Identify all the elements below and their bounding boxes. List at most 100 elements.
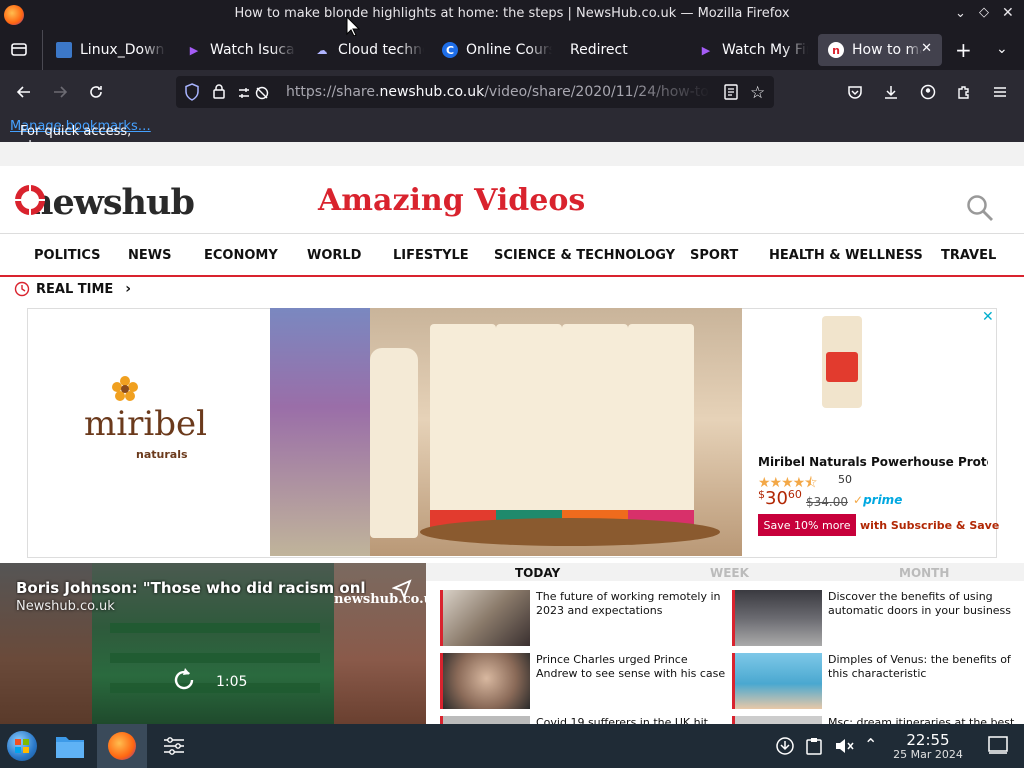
- list-item[interactable]: Discover the benefits of using automatic…: [732, 590, 1022, 646]
- reload-button[interactable]: [84, 80, 108, 104]
- downloads-icon[interactable]: [879, 80, 903, 104]
- share-icon[interactable]: [391, 579, 412, 603]
- start-menu-icon[interactable]: [4, 728, 40, 764]
- tab-watch-my-first[interactable]: ▶ Watch My Fir: [688, 34, 808, 66]
- play-icon: ▶: [189, 43, 199, 57]
- subscribe-save-text: with Subscribe & Save: [860, 519, 1000, 532]
- image-icon: [56, 42, 72, 58]
- close-tab-icon[interactable]: ✕: [921, 41, 932, 56]
- minimize-icon[interactable]: ⌄: [955, 6, 966, 21]
- ad-product-title[interactable]: Miribel Naturals Powerhouse Prote...: [758, 455, 988, 469]
- window-title: How to make blonde highlights at home: t…: [234, 6, 790, 21]
- real-time-link[interactable]: REAL TIME ›: [14, 281, 131, 297]
- list-item[interactable]: Msc: dream itineraries at the best: [732, 716, 1022, 724]
- clock-icon: [14, 281, 30, 297]
- extensions-icon[interactable]: [952, 80, 976, 104]
- cloud-icon: ☁: [316, 43, 328, 57]
- ad-close-icon[interactable]: ✕: [982, 309, 994, 325]
- window-titlebar: How to make blonde highlights at home: t…: [0, 0, 1024, 30]
- newshub-logo[interactable]: newshub: [14, 182, 195, 223]
- nav-travel[interactable]: TRAVEL: [941, 248, 996, 263]
- tab-bar: Linux_Downl ▶ Watch Isuca ☁ Cloud techno…: [0, 30, 1024, 70]
- nav-lifestyle[interactable]: LIFESTYLE: [393, 248, 469, 263]
- save-more-button[interactable]: Save 10% more: [758, 514, 856, 536]
- close-window-icon[interactable]: ✕: [1002, 5, 1014, 21]
- firefox-taskbar-icon[interactable]: [97, 724, 147, 768]
- list-item[interactable]: Dimples of Venus: the benefits of this c…: [732, 653, 1022, 709]
- tab-how-to-make[interactable]: n How to ma ✕: [818, 34, 942, 66]
- clock-time[interactable]: 22:55: [888, 731, 968, 749]
- item-title: The future of working remotely in 2023 a…: [536, 590, 721, 617]
- price-cents: 60: [787, 488, 802, 501]
- ad-product-image[interactable]: [270, 308, 742, 556]
- list-item[interactable]: The future of working remotely in 2023 a…: [440, 590, 730, 646]
- c-logo-icon: C: [442, 42, 458, 58]
- bookmark-star-icon[interactable]: ☆: [750, 83, 765, 103]
- url-domain: newshub.co.uk: [379, 84, 485, 100]
- tab-label: Watch My Fir: [722, 42, 808, 58]
- tab-watch-isuca[interactable]: ▶ Watch Isuca: [176, 34, 296, 66]
- volume-muted-icon[interactable]: [834, 737, 854, 759]
- ad-brand-sub: naturals: [136, 448, 188, 461]
- file-manager-icon[interactable]: [52, 728, 88, 764]
- search-icon[interactable]: [966, 194, 994, 226]
- url-text[interactable]: https://share.newshub.co.uk/video/share/…: [286, 84, 711, 100]
- list-item[interactable]: Prince Charles urged Prince Andrew to se…: [440, 653, 730, 709]
- replay-icon[interactable]: [170, 665, 200, 695]
- mouse-cursor-icon: [346, 15, 361, 40]
- chevron-right-icon: ›: [125, 281, 132, 297]
- amazing-videos-banner: Amazing Videos: [318, 183, 586, 218]
- forward-button[interactable]: [48, 80, 72, 104]
- ad-brand-logo[interactable]: miribel: [84, 376, 208, 444]
- show-desktop-icon[interactable]: [988, 736, 1008, 758]
- thumbnail: [732, 653, 822, 709]
- tab-cloud-technology[interactable]: ☁ Cloud techno: [304, 34, 425, 66]
- tab-redirect[interactable]: Redirect: [560, 34, 680, 66]
- item-title: Dimples of Venus: the benefits of this c…: [828, 653, 1011, 680]
- tab-month[interactable]: MONTH: [899, 566, 949, 580]
- settings-sliders-icon[interactable]: [156, 728, 192, 764]
- permissions-icon[interactable]: [238, 85, 272, 104]
- shield-icon[interactable]: [184, 83, 200, 105]
- update-icon[interactable]: [776, 737, 794, 759]
- tab-linux-downloads[interactable]: Linux_Downl: [46, 34, 166, 66]
- thumbnail: [732, 590, 822, 646]
- ad-product-tube[interactable]: [822, 316, 862, 408]
- tab-label: Watch Isuca: [210, 42, 295, 58]
- url-prefix: https://share.: [286, 84, 380, 100]
- firefox-view-icon[interactable]: [10, 40, 30, 60]
- list-item[interactable]: Covid 19 sufferers in the UK hit: [440, 716, 730, 724]
- menu-icon[interactable]: [988, 80, 1012, 104]
- tab-week[interactable]: WEEK: [710, 566, 749, 580]
- tab-today[interactable]: TODAY: [515, 566, 560, 580]
- price-whole: 30: [765, 488, 788, 509]
- chevron-up-icon[interactable]: ⌃: [864, 735, 877, 754]
- review-count: 50: [838, 473, 852, 486]
- price-currency: $: [758, 488, 765, 501]
- trending-panel: TODAY WEEK MONTH The future of working r…: [426, 563, 1024, 724]
- account-icon[interactable]: [916, 80, 940, 104]
- clipboard-icon[interactable]: [806, 737, 822, 759]
- tab-online-courses[interactable]: C Online Cours: [432, 34, 552, 66]
- item-title: Discover the benefits of using automatic…: [828, 590, 1012, 617]
- pocket-icon[interactable]: [843, 80, 867, 104]
- nav-politics[interactable]: POLITICS: [34, 248, 101, 263]
- ad-brand-text: miribel: [84, 404, 208, 444]
- nav-sport[interactable]: SPORT: [690, 248, 738, 263]
- tab-label: Online Cours: [466, 42, 552, 58]
- back-button[interactable]: [12, 80, 36, 104]
- nav-health-wellness[interactable]: HEALTH & WELLNESS: [769, 248, 923, 263]
- nav-economy[interactable]: ECONOMY: [204, 248, 278, 263]
- reader-view-icon[interactable]: [724, 84, 738, 104]
- nav-news[interactable]: NEWS: [128, 248, 171, 263]
- video-title[interactable]: Boris Johnson: "Those who did racism onl…: [16, 579, 366, 597]
- top-strip: [0, 142, 1024, 166]
- logo-text: newshub: [28, 182, 195, 223]
- nav-world[interactable]: WORLD: [307, 248, 361, 263]
- new-tab-button[interactable]: +: [955, 38, 972, 62]
- list-all-tabs-icon[interactable]: ⌄: [996, 41, 1008, 57]
- maximize-icon[interactable]: ◇: [979, 5, 989, 20]
- lock-icon[interactable]: [212, 83, 226, 103]
- nav-science-technology[interactable]: SCIENCE & TECHNOLOGY: [494, 248, 675, 263]
- item-title: Prince Charles urged Prince Andrew to se…: [536, 653, 726, 680]
